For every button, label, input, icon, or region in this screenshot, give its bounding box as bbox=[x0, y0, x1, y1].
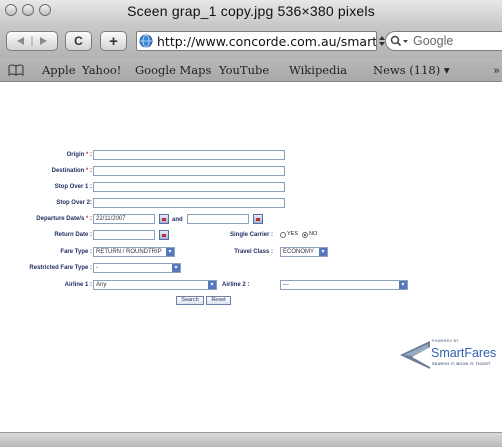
single-carrier-label: Single Carrier : bbox=[229, 232, 273, 238]
departure-date-input[interactable]: 22/11/2007 bbox=[93, 214, 155, 224]
departure-label: Departure Date/s * : bbox=[36, 216, 92, 222]
single-carrier-no-radio[interactable] bbox=[302, 232, 308, 238]
bookmark-news[interactable]: News (118) ▾ bbox=[373, 63, 450, 77]
book-icon[interactable] bbox=[8, 64, 24, 76]
back-forward-buttons[interactable] bbox=[6, 31, 58, 51]
airline2-label: Airline 2 : bbox=[222, 282, 250, 288]
destination-label: Destination * : bbox=[51, 168, 92, 174]
return-date-label: Return Date : bbox=[54, 232, 92, 238]
stopover1-input[interactable] bbox=[93, 182, 285, 192]
search-placeholder: Google bbox=[413, 34, 454, 48]
bookmark-wikipedia[interactable]: Wikipedia bbox=[289, 63, 347, 77]
stopover1-label: Stop Over 1 : bbox=[54, 184, 92, 190]
radio-yes-label: YES bbox=[287, 231, 299, 237]
destination-input[interactable] bbox=[93, 166, 285, 176]
window-title: Sceen grap_1 copy.jpg 536×380 pixels bbox=[127, 3, 375, 19]
status-bar bbox=[0, 432, 502, 447]
radio-no-label: NO bbox=[309, 231, 318, 237]
chevron-down-icon: ▾ bbox=[399, 281, 407, 289]
chevron-down-icon: ▾ bbox=[172, 264, 180, 272]
bookmarks-bar: Apple Yahoo! Google Maps YouTube Wikiped… bbox=[0, 58, 502, 82]
restricted-fare-label: Restricted Fare Type : bbox=[29, 265, 92, 271]
add-bookmark-button[interactable]: + bbox=[100, 31, 127, 51]
travel-class-label: Travel Class : bbox=[234, 249, 273, 255]
search-icon bbox=[390, 35, 408, 47]
chevron-down-icon: ▾ bbox=[319, 248, 327, 256]
stopover2-label: Stop Over 2: bbox=[56, 200, 92, 206]
bookmarks-overflow[interactable]: » bbox=[493, 63, 500, 77]
departure-date-to-input[interactable] bbox=[187, 214, 249, 224]
stopover2-input[interactable] bbox=[93, 198, 285, 208]
back-forward-icon bbox=[17, 36, 47, 46]
origin-input[interactable] bbox=[93, 150, 285, 160]
fare-type-label: Fare Type : bbox=[60, 249, 92, 255]
logo-tagline: SEARCH IT, BOOK IT, TICKET bbox=[432, 362, 491, 366]
powered-by-text: POWERED BY bbox=[432, 339, 459, 343]
return-date-input[interactable] bbox=[93, 230, 155, 240]
url-text: http://www.concorde.com.au/smartwe bbox=[157, 33, 377, 49]
reset-button[interactable]: Reset bbox=[206, 296, 231, 305]
search-button[interactable]: Search bbox=[176, 296, 204, 305]
airline1-label: Airline 1 : bbox=[64, 282, 92, 288]
bookmark-apple[interactable]: Apple bbox=[42, 63, 76, 77]
logo-name: SmartFares bbox=[431, 346, 497, 360]
calendar-icon[interactable] bbox=[159, 230, 169, 240]
search-field[interactable]: Google bbox=[385, 31, 502, 51]
address-bar[interactable]: http://www.concorde.com.au/smartwe bbox=[136, 31, 377, 51]
airline1-select[interactable]: Any ▾ bbox=[93, 280, 217, 290]
and-label: and bbox=[172, 217, 183, 223]
bookmark-google-maps[interactable]: Google Maps bbox=[135, 63, 211, 77]
fare-type-select[interactable]: RETURN / ROUNDTRIP ▾ bbox=[93, 247, 175, 257]
calendar-icon[interactable] bbox=[159, 214, 169, 224]
window-titlebar: Sceen grap_1 copy.jpg 536×380 pixels bbox=[0, 0, 502, 24]
bookmark-yahoo[interactable]: Yahoo! bbox=[82, 63, 121, 77]
restricted-fare-select[interactable]: - ▾ bbox=[93, 263, 181, 273]
airline2-select[interactable]: --- ▾ bbox=[280, 280, 408, 290]
calendar-icon[interactable] bbox=[253, 214, 263, 224]
globe-icon bbox=[139, 34, 153, 48]
browser-toolbar: C + http://www.concorde.com.au/smartwe G… bbox=[0, 24, 502, 58]
chevron-down-icon: ▾ bbox=[166, 248, 174, 256]
reload-button[interactable]: C bbox=[65, 31, 92, 51]
single-carrier-yes-radio[interactable] bbox=[280, 232, 286, 238]
chevron-down-icon: ▾ bbox=[208, 281, 216, 289]
travel-class-select[interactable]: ECONOMY ▾ bbox=[280, 247, 328, 257]
bookmark-youtube[interactable]: YouTube bbox=[219, 63, 269, 77]
origin-label: Origin * : bbox=[66, 152, 92, 158]
